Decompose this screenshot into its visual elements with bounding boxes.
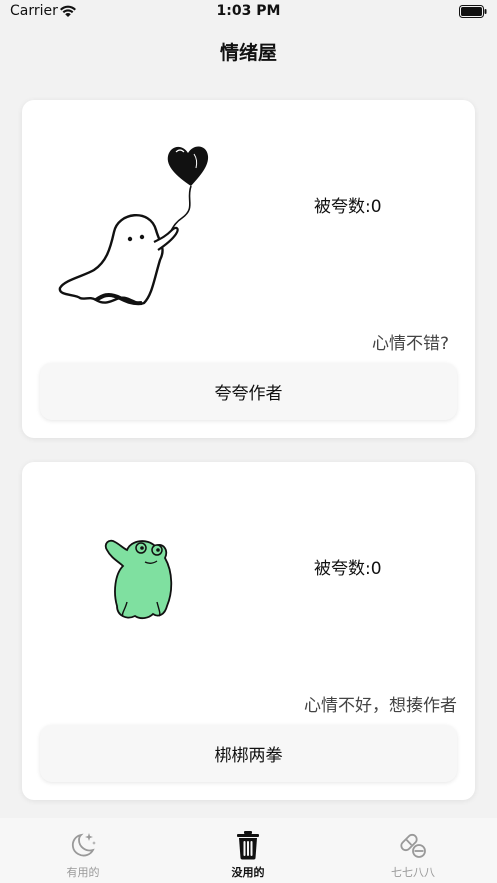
praise-count: 被夸数:0 <box>314 559 382 579</box>
tab-useful[interactable]: 有用的 <box>33 830 133 882</box>
tab-label: 有用的 <box>66 866 100 879</box>
mood-text: 心情不好，想揍作者 <box>304 696 457 716</box>
clock: 1:03 PM <box>216 3 281 19</box>
mood-card-good: 被夸数:0 心情不错? 夸夸作者 <box>22 100 475 438</box>
tab-label: 七七八八 <box>391 866 435 879</box>
tab-bar: 有用的 没用的 七七八八 <box>0 818 497 883</box>
pill-icon <box>400 833 426 858</box>
ghost-balloon-illustration <box>58 146 209 306</box>
praise-count: 被夸数:0 <box>314 197 382 217</box>
praise-author-button[interactable]: 夸夸作者 <box>40 363 457 420</box>
mood-text: 心情不错? <box>371 334 449 354</box>
mood-card-bad: 被夸数:0 心情不好，想揍作者 梆梆两拳 <box>22 462 475 800</box>
moon-sparkle-icon <box>71 833 96 857</box>
tab-label: 没用的 <box>231 866 265 879</box>
app-screen: Carrier 1:03 PM 情绪屋 被夸数:0 心情不错? 夸夸作者 被夸数… <box>0 0 497 883</box>
punch-author-button[interactable]: 梆梆两拳 <box>40 725 457 782</box>
tab-useless[interactable]: 没用的 <box>198 830 298 882</box>
trash-icon <box>237 831 259 860</box>
frog-illustration <box>104 539 173 620</box>
page-title: 情绪屋 <box>219 42 277 64</box>
battery-icon <box>459 5 487 18</box>
tab-misc[interactable]: 七七八八 <box>363 830 463 882</box>
status-bar: Carrier 1:03 PM <box>0 0 497 26</box>
